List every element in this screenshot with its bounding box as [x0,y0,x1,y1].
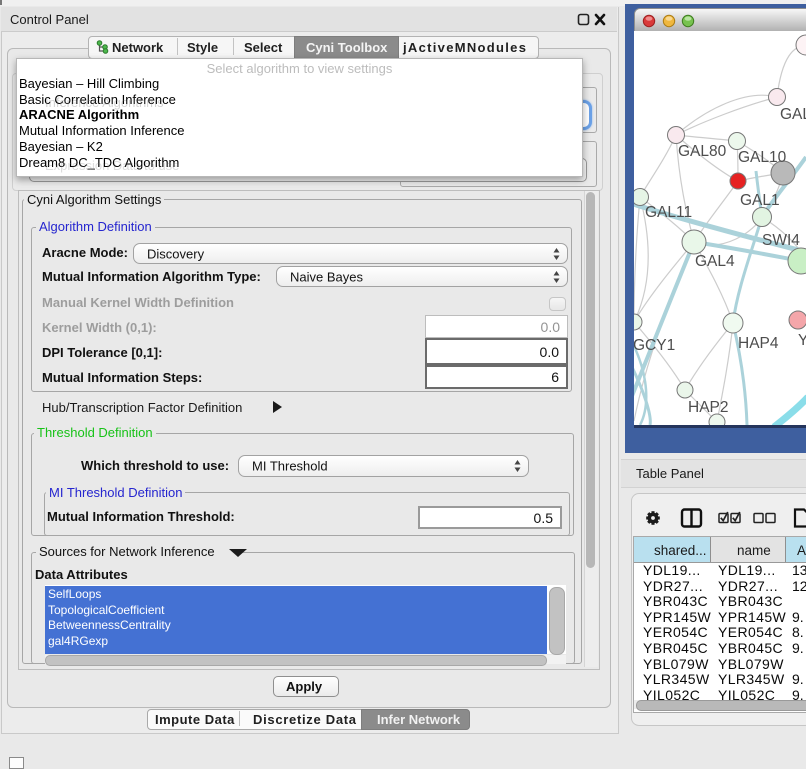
svg-text:GAL10: GAL10 [738,149,787,166]
svg-text:GAL1: GAL1 [740,192,780,209]
svg-text:GAL4: GAL4 [695,253,735,270]
svg-text:HAP2: HAP2 [688,399,729,416]
svg-text:GAL11: GAL11 [645,204,692,221]
svg-text:GAL2: GAL2 [780,106,806,123]
svg-text:Y: Y [798,332,806,349]
svg-text:HAP4: HAP4 [738,335,779,352]
svg-text:GAL80: GAL80 [678,143,727,160]
svg-text:SWI4: SWI4 [762,232,800,249]
svg-text:GCY1: GCY1 [634,337,675,354]
